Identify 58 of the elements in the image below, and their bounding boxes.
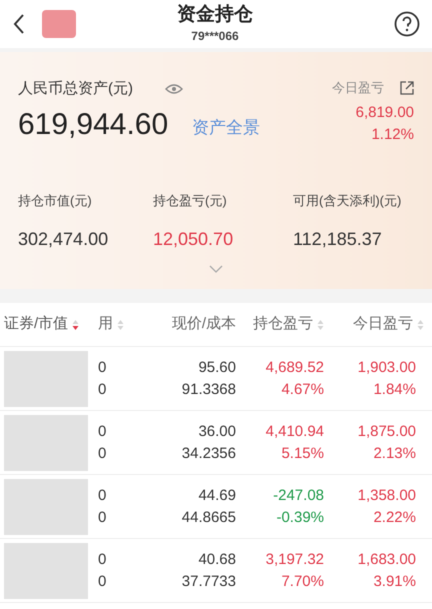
current-price: 95.60: [198, 358, 236, 378]
position-pnl-percent: -0.39%: [276, 508, 324, 528]
redacted-block: [42, 10, 76, 38]
table-cell-text: 0: [98, 358, 108, 378]
column-header[interactable]: 今日盈亏: [353, 313, 424, 336]
current-price: 44.69: [198, 486, 236, 506]
stat-value: 302,474.00: [18, 228, 110, 251]
position-pnl: 4,410.94: [266, 422, 324, 442]
column-header[interactable]: 持仓盈亏: [253, 313, 324, 336]
today-pnl: 1,358.00: [358, 486, 416, 506]
cost-price: 37.7733: [182, 572, 236, 592]
position-pnl-percent: 7.70%: [281, 572, 324, 592]
cost-price: 91.3368: [182, 380, 236, 400]
expand-icon[interactable]: [209, 265, 223, 273]
sort-descending-icon[interactable]: [72, 318, 80, 330]
table-cell-text: 0: [98, 422, 108, 442]
stat-label: 可用(含天添利)(元): [293, 192, 402, 210]
cost-price: 44.8665: [182, 508, 236, 528]
total-assets-label: 人民币总资产(元): [18, 79, 133, 99]
current-price: 40.68: [198, 550, 236, 570]
today-pnl: 1,875.00: [358, 422, 416, 442]
total-assets-value: 619,944.60: [18, 106, 168, 142]
eye-icon[interactable]: [165, 83, 183, 96]
today-pnl: 1,683.00: [358, 550, 416, 570]
table-cell-text: 0: [98, 572, 108, 592]
column-header[interactable]: 现价/成本: [172, 313, 236, 336]
share-icon[interactable]: [400, 80, 414, 95]
stat-label: 持仓市值(元): [18, 192, 93, 210]
position-pnl: 3,197.32: [266, 550, 324, 570]
help-icon[interactable]: [394, 11, 420, 37]
position-pnl-percent: 4.67%: [281, 380, 324, 400]
today-pnl-percent: 2.22%: [373, 508, 416, 528]
stat-value: 12,050.70: [153, 228, 234, 251]
today-pnl-percent: 1.12%: [371, 125, 414, 145]
table-cell-text: 0: [98, 380, 108, 400]
position-pnl: -247.08: [273, 486, 324, 506]
stat-label: 持仓盈亏(元): [153, 192, 228, 210]
table-cell-text: 0: [98, 486, 108, 506]
cost-price: 34.2356: [182, 444, 236, 464]
stat-value: 112,185.37: [293, 228, 383, 251]
column-header[interactable]: 证券/市值: [4, 313, 80, 336]
account-number: 79***066: [191, 28, 239, 45]
table-cell-text: 0: [98, 508, 108, 528]
today-pnl-percent: 2.13%: [373, 444, 416, 464]
today-pnl: 1,903.00: [358, 358, 416, 378]
table-cell-text: 0: [98, 444, 108, 464]
position-pnl-percent: 5.15%: [281, 444, 324, 464]
today-pnl-label: 今日盈亏: [332, 79, 384, 97]
today-pnl-value: 6,819.00: [356, 102, 414, 122]
table-cell-text: 0: [98, 550, 108, 570]
asset-overview-link[interactable]: 资产全景: [192, 115, 260, 140]
position-pnl: 4,689.52: [266, 358, 324, 378]
back-icon[interactable]: [12, 13, 26, 35]
column-header[interactable]: 用: [98, 313, 124, 336]
today-pnl-percent: 3.91%: [373, 572, 416, 592]
today-pnl-percent: 1.84%: [373, 380, 416, 400]
current-price: 36.00: [198, 422, 236, 442]
page-title: 资金持仓: [177, 3, 253, 27]
